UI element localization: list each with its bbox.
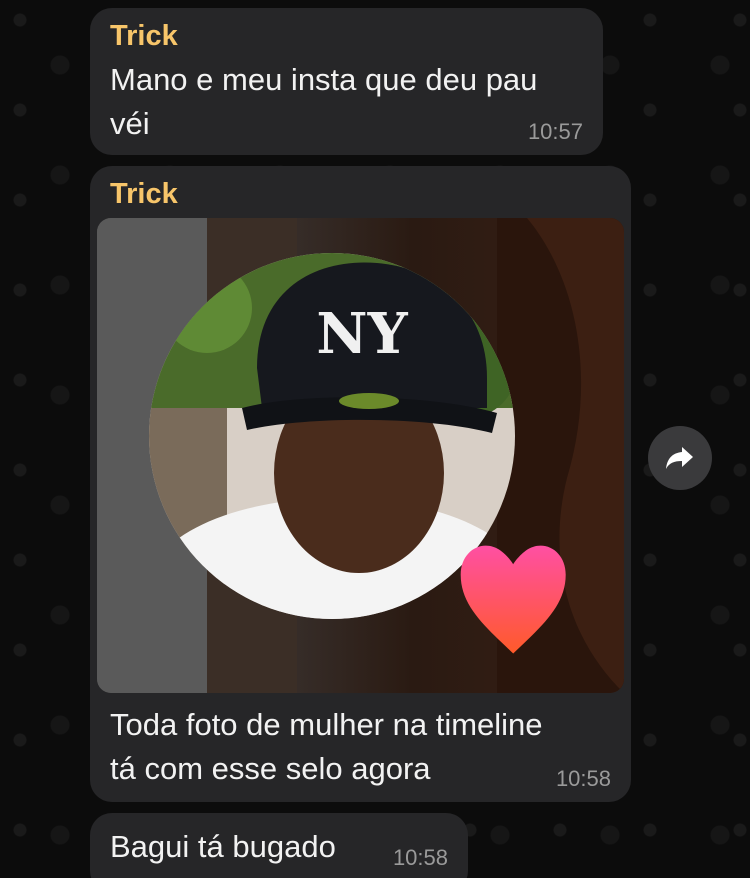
message-text: Mano e meu insta que deu pau véi <box>110 58 580 146</box>
sender-name: Trick <box>110 20 178 52</box>
forward-arrow-icon <box>666 447 693 469</box>
message-time: 10:57 <box>527 119 583 144</box>
sender-name: Trick <box>110 178 178 210</box>
forward-button[interactable] <box>648 426 712 490</box>
photo-image: NY <box>97 218 624 693</box>
cap-logo: NY <box>316 301 408 367</box>
message-time: 10:58 <box>392 845 448 870</box>
caption-line: Toda foto de mulher na timeline <box>110 707 543 742</box>
caption-line: tá com esse selo agora <box>110 751 431 786</box>
message-photo[interactable]: NY <box>97 218 624 693</box>
message-time: 10:58 <box>555 766 611 791</box>
message-text-line: Mano e meu insta que deu pau <box>110 62 538 97</box>
message-caption: Toda foto de mulher na timeline tá com e… <box>110 703 610 791</box>
message-text: Bagui tá bugado <box>110 829 336 864</box>
message-bubble[interactable]: Trick Mano e meu insta que deu pau véi 1… <box>90 8 603 155</box>
message-bubble[interactable]: Bagui tá bugado 10:58 <box>90 813 468 878</box>
message-bubble[interactable]: Trick NY Toda foto de mulher na timeline… <box>90 166 631 802</box>
message-text-line: véi <box>110 106 150 141</box>
